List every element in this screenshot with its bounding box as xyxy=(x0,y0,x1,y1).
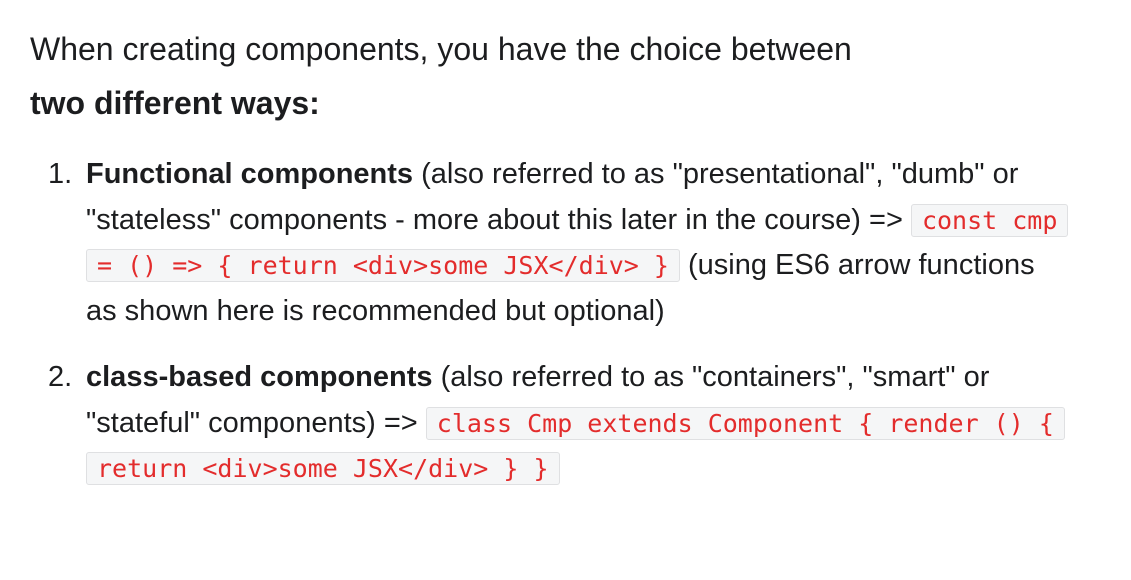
article-body: When creating components, you have the c… xyxy=(30,22,1110,130)
intro-paragraph: When creating components, you have the c… xyxy=(30,22,1110,130)
list-item-functional: 1. Functional components (also referred … xyxy=(48,152,1069,334)
list-number: 2. xyxy=(48,361,73,393)
intro-text: When creating components, you have the c… xyxy=(30,31,852,67)
intro-emphasis: two different ways: xyxy=(30,85,320,121)
component-types-list: 1. Functional components (also referred … xyxy=(48,152,1069,492)
term-functional-components: Functional components xyxy=(86,158,414,190)
list-item-class-based: 2. class-based components (also referred… xyxy=(48,355,1065,492)
list-number: 1. xyxy=(48,158,73,190)
term-class-based-components: class-based components xyxy=(86,361,433,393)
